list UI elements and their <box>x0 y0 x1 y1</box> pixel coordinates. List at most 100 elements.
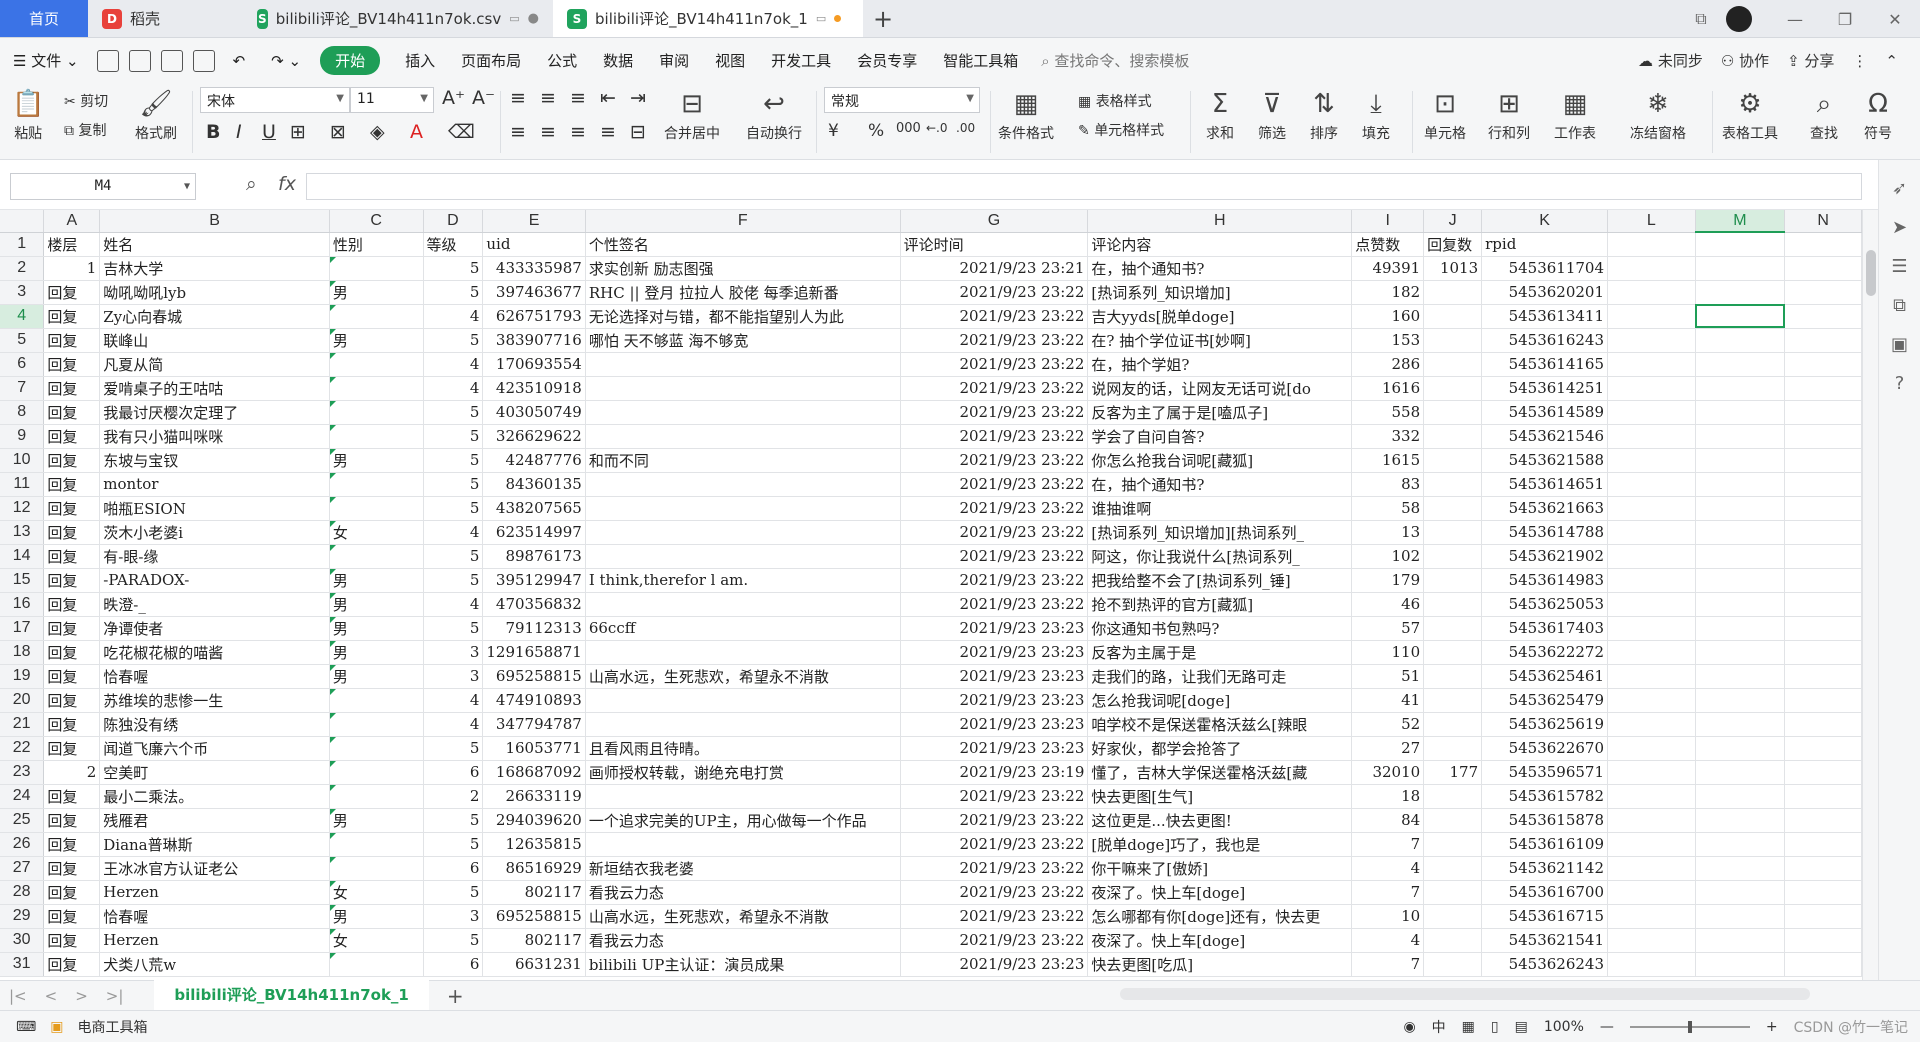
cell[interactable]: 294039620 <box>482 808 586 833</box>
settings-sliders-icon[interactable]: ☰ <box>1879 256 1920 277</box>
column-header-n[interactable]: N <box>1784 210 1862 233</box>
cell[interactable] <box>585 832 901 857</box>
cell[interactable]: 51 <box>1351 664 1425 689</box>
cell[interactable] <box>1423 928 1483 953</box>
cell[interactable]: 回复 <box>43 544 101 569</box>
formula-input[interactable] <box>306 173 1862 200</box>
cell[interactable]: 5453616715 <box>1481 904 1608 929</box>
cell[interactable]: 2021/9/23 23:22 <box>900 496 1089 521</box>
last-sheet-icon[interactable]: >| <box>97 987 133 1005</box>
eye-icon[interactable]: ◉ <box>1403 1019 1415 1035</box>
cell[interactable]: 夜深了。快上车[doge] <box>1087 928 1353 953</box>
cell[interactable]: 1616 <box>1351 376 1425 401</box>
cell[interactable] <box>1695 424 1786 449</box>
language-icon[interactable]: 中 <box>1432 1017 1446 1037</box>
cell[interactable] <box>1607 232 1696 257</box>
cell[interactable]: 5453621142 <box>1481 856 1608 881</box>
cell[interactable] <box>1784 568 1862 593</box>
cell[interactable]: 5453621902 <box>1481 544 1608 569</box>
cell[interactable] <box>585 424 901 449</box>
cell[interactable] <box>1423 952 1483 977</box>
cell[interactable]: 433335987 <box>482 256 586 281</box>
cell[interactable]: 332 <box>1351 424 1425 449</box>
cell[interactable] <box>1784 256 1862 281</box>
cell[interactable] <box>1607 544 1696 569</box>
column-header-g[interactable]: G <box>900 210 1089 233</box>
cell[interactable]: 2021/9/23 23:23 <box>900 712 1089 737</box>
align-top-icon[interactable]: ≡ <box>510 87 526 109</box>
cell[interactable]: [热词系列_知识增加] <box>1087 280 1353 305</box>
cell[interactable]: 423510918 <box>482 376 586 401</box>
cell[interactable] <box>1784 448 1862 473</box>
cell[interactable]: 回复 <box>43 832 101 857</box>
cell[interactable] <box>1695 568 1786 593</box>
justify-icon[interactable]: ≡ <box>600 121 616 143</box>
cell[interactable]: 男 <box>329 280 424 305</box>
cell[interactable]: 呦吼呦吼lyb <box>99 280 330 305</box>
cell[interactable]: 回复 <box>43 424 101 449</box>
cell[interactable]: 怎么哪都有你[doge]还有，快去更 <box>1087 904 1353 929</box>
cell[interactable] <box>1423 400 1483 425</box>
row-header[interactable]: 20 <box>0 688 45 713</box>
cell[interactable]: 性别 <box>329 232 424 257</box>
cell[interactable] <box>1695 856 1786 881</box>
cell[interactable] <box>585 544 901 569</box>
cell[interactable]: 168687092 <box>482 760 586 785</box>
cell[interactable]: 5453613411 <box>1481 304 1608 329</box>
horizontal-scrollbar[interactable] <box>1120 988 1810 1000</box>
cell[interactable] <box>1784 616 1862 641</box>
cell[interactable] <box>585 592 901 617</box>
cell[interactable]: Zy心向春城 <box>99 304 330 329</box>
cell[interactable]: 你这通知书包熟吗? <box>1087 616 1353 641</box>
cell[interactable]: 2021/9/23 23:23 <box>900 688 1089 713</box>
cell[interactable]: [热词系列_知识增加][热词系列_ <box>1087 520 1353 545</box>
cell[interactable] <box>1695 760 1786 785</box>
menu-start[interactable]: 开始 <box>320 46 381 75</box>
cell[interactable]: 5453615878 <box>1481 808 1608 833</box>
cell[interactable]: 咱学校不是保送霍格沃兹么[辣眼 <box>1087 712 1353 737</box>
close-window-icon[interactable]: ✕ <box>1870 10 1920 29</box>
cell[interactable] <box>1695 952 1786 977</box>
cell[interactable]: 5453614651 <box>1481 472 1608 497</box>
cell[interactable]: 3 <box>423 664 484 689</box>
cell[interactable] <box>1423 616 1483 641</box>
cell[interactable]: 女 <box>329 520 424 545</box>
cell[interactable]: 2021/9/23 23:23 <box>900 736 1089 761</box>
cell[interactable] <box>1423 568 1483 593</box>
decrease-decimal-icon[interactable]: .00 <box>956 121 975 135</box>
cell[interactable]: 5453625053 <box>1481 592 1608 617</box>
cell[interactable]: 5453616109 <box>1481 832 1608 857</box>
cell[interactable] <box>1423 856 1483 881</box>
cell[interactable]: 夜深了。快上车[doge] <box>1087 880 1353 905</box>
redo-icon[interactable]: ↷ ⌄ <box>258 52 314 70</box>
cell[interactable]: 学会了自问自答? <box>1087 424 1353 449</box>
cell[interactable]: 84360135 <box>482 472 586 497</box>
row-header[interactable]: 28 <box>0 880 45 905</box>
cell[interactable]: 回复 <box>43 448 101 473</box>
cell[interactable]: 383907716 <box>482 328 586 353</box>
print-preview-icon[interactable] <box>192 49 215 72</box>
cell[interactable]: 5 <box>423 472 484 497</box>
cell[interactable] <box>1784 544 1862 569</box>
cell[interactable] <box>1423 448 1483 473</box>
cell[interactable]: 有-眼-缘 <box>99 544 330 569</box>
cell[interactable]: 你怎么抢我台词呢[藏狐] <box>1087 448 1353 473</box>
cell[interactable] <box>1695 664 1786 689</box>
cell[interactable]: 5 <box>423 256 484 281</box>
zoom-level[interactable]: 100% <box>1544 1019 1584 1035</box>
clear-icon[interactable]: ⌫ <box>448 121 475 143</box>
cell[interactable]: 好家伙，都学会抢答了 <box>1087 736 1353 761</box>
cell[interactable] <box>1423 592 1483 617</box>
cell[interactable]: 谁抽谁啊 <box>1087 496 1353 521</box>
zoom-out-icon[interactable]: — <box>1600 1019 1614 1035</box>
cell[interactable]: 5453622272 <box>1481 640 1608 665</box>
cell[interactable] <box>329 760 424 785</box>
cell[interactable]: 说网友的话，让网友无话可说[do <box>1087 376 1353 401</box>
cell[interactable] <box>1423 376 1483 401</box>
name-box[interactable]: M4 ▼ <box>10 173 196 200</box>
cell[interactable] <box>1784 232 1862 257</box>
row-header[interactable]: 17 <box>0 616 45 641</box>
cell[interactable]: 6 <box>423 856 484 881</box>
menu-data[interactable]: 数据 <box>590 50 646 71</box>
menu-page-layout[interactable]: 页面布局 <box>448 50 534 71</box>
